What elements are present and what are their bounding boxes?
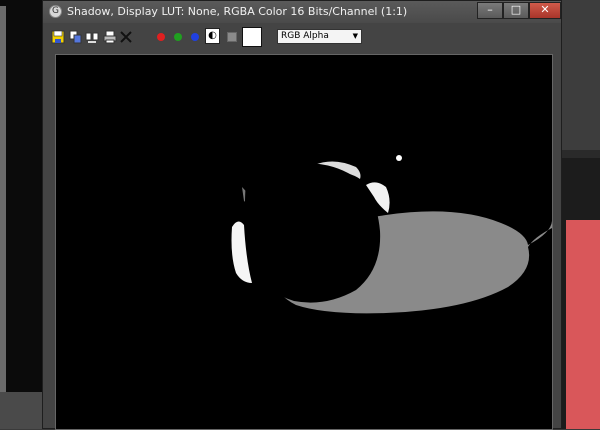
- chevron-down-icon: ▼: [352, 32, 358, 40]
- clear-color-swatch[interactable]: [227, 32, 237, 42]
- print-icon[interactable]: [103, 30, 117, 44]
- color-swatch[interactable]: [242, 27, 262, 47]
- channel-select-value: RGB Alpha: [281, 31, 329, 41]
- spec-highlight: [396, 155, 402, 161]
- background-right-top: [560, 0, 600, 150]
- title-bar[interactable]: G Shadow, Display LUT: None, RGBA Color …: [43, 1, 561, 23]
- green-channel-toggle[interactable]: [174, 33, 182, 41]
- app-icon[interactable]: G: [49, 5, 62, 18]
- save-icon[interactable]: [51, 30, 65, 44]
- minimize-button[interactable]: –: [477, 2, 503, 19]
- background-red-object: [566, 220, 600, 429]
- render-image[interactable]: [55, 54, 553, 430]
- monochrome-button[interactable]: ◐: [205, 28, 220, 44]
- window-title: Shadow, Display LUT: None, RGBA Color 16…: [67, 5, 408, 18]
- toolbar: ◐ RGB Alpha ▼: [43, 23, 561, 51]
- maximize-button[interactable]: □: [503, 2, 529, 19]
- copy-icon[interactable]: [69, 30, 83, 44]
- background-left-panel: [0, 0, 48, 429]
- red-channel-toggle[interactable]: [157, 33, 165, 41]
- render-frame-window: G Shadow, Display LUT: None, RGBA Color …: [42, 0, 562, 430]
- blue-channel-toggle[interactable]: [191, 33, 199, 41]
- teapot-body: [244, 162, 381, 303]
- clear-icon[interactable]: [119, 30, 133, 44]
- background-left-strip: [0, 6, 6, 429]
- clone-icon[interactable]: [85, 30, 99, 44]
- background-left-bottom: [0, 392, 46, 429]
- close-button[interactable]: ✕: [529, 2, 561, 19]
- channel-select[interactable]: RGB Alpha ▼: [277, 29, 362, 44]
